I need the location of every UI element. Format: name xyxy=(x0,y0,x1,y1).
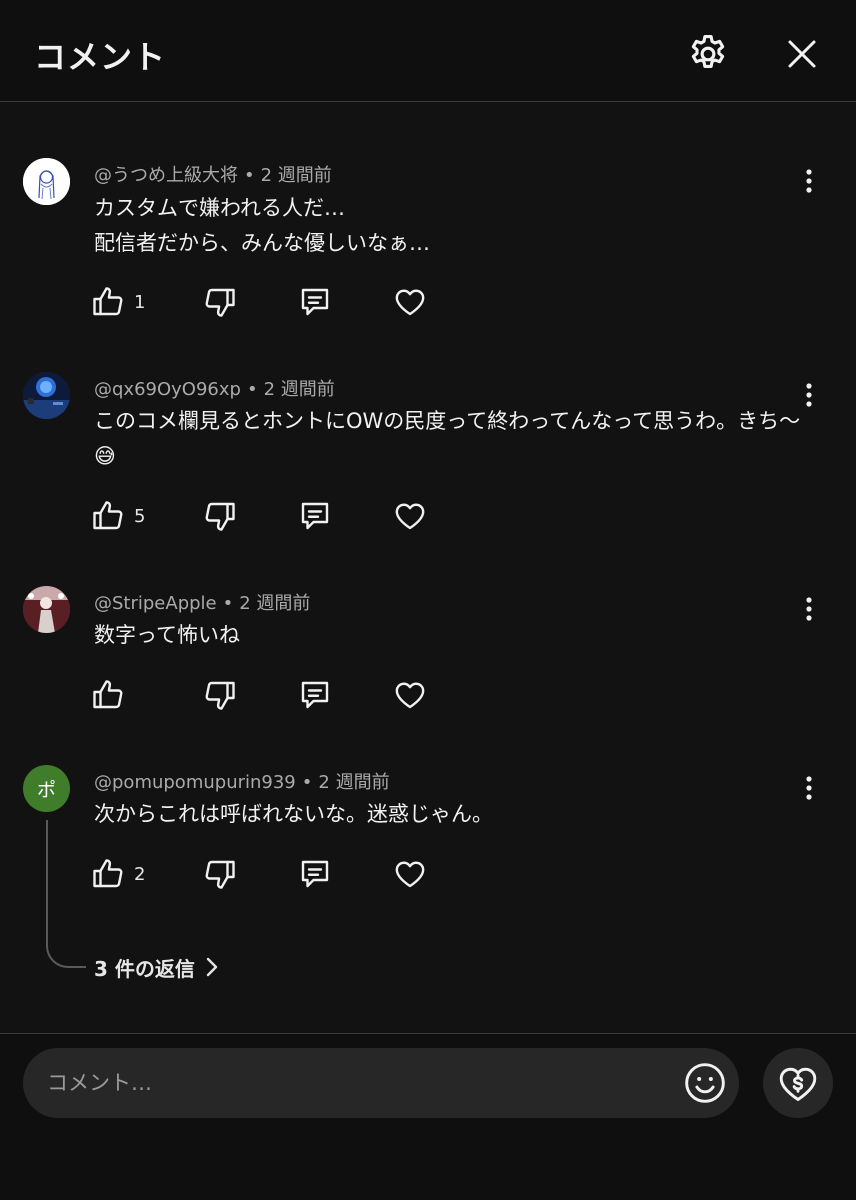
comment-menu-button[interactable] xyxy=(796,166,822,196)
chevron-right-icon xyxy=(206,957,218,977)
like-count: 1 xyxy=(134,291,146,313)
reply-thread-line xyxy=(46,820,86,968)
super-thanks-button[interactable] xyxy=(763,1048,833,1118)
comment-line: カスタムで嫌われる人だ… xyxy=(94,196,345,220)
avatar-character-icon xyxy=(23,586,70,633)
heart-dollar-icon xyxy=(779,1067,817,1101)
heart-button[interactable] xyxy=(392,854,428,894)
comment-text: カスタムで嫌われる人だ… 配信者だから、みんな優しいなぁ… xyxy=(94,191,804,261)
comment-meta: @qx69OyO96xp • 2 週間前 xyxy=(94,379,335,400)
comment-line: 配信者だから、みんな優しいなぁ… xyxy=(94,231,430,255)
like-count: 5 xyxy=(134,505,146,527)
avatar[interactable]: ポ xyxy=(23,765,70,812)
comment-text: 数字って怖いね xyxy=(94,618,804,653)
more-vert-icon xyxy=(806,169,812,193)
comment-author[interactable]: @うつめ上級大将 xyxy=(94,165,238,186)
more-vert-icon xyxy=(806,597,812,621)
heart-icon xyxy=(395,289,425,316)
comment-actions: 1 xyxy=(90,282,450,322)
smile-emoji-icon xyxy=(685,1063,725,1103)
thumbs-down-icon xyxy=(205,502,235,531)
avatar-initial: ポ xyxy=(36,779,56,801)
reply-comment-icon xyxy=(301,502,329,530)
comment-text: 次からこれは呼ばれないな。迷惑じゃん。 xyxy=(94,797,804,832)
reply-button[interactable] xyxy=(297,282,333,322)
comment-menu-button[interactable] xyxy=(796,594,822,624)
view-replies-button[interactable]: 3 件の返信 xyxy=(94,952,219,982)
thumbs-down-icon xyxy=(205,288,235,317)
thumbs-down-icon xyxy=(205,860,235,889)
comment-line: このコメ欄見るとホントにOWの民度って終わってんなって思うわ。きち～😅 xyxy=(94,409,801,468)
panel-header: コメント xyxy=(0,0,856,102)
reply-comment-icon xyxy=(301,288,329,316)
dislike-button[interactable] xyxy=(202,675,238,715)
heart-button[interactable] xyxy=(392,675,428,715)
comments-panel: コメント @うつめ上級大将 • 2 週間前 カスタムで嫌われる人だ… 配信者だか… xyxy=(0,0,856,1200)
comment-actions: 2 xyxy=(90,854,450,894)
like-button[interactable]: 5 xyxy=(90,496,145,536)
comment-age[interactable]: 2 週間前 xyxy=(264,379,335,400)
settings-button[interactable] xyxy=(684,30,732,78)
dislike-button[interactable] xyxy=(202,854,238,894)
like-button[interactable] xyxy=(90,675,134,715)
comment-input-container[interactable] xyxy=(23,1048,739,1118)
thumbs-up-icon xyxy=(93,501,123,530)
comment-menu-button[interactable] xyxy=(796,380,822,410)
more-vert-icon xyxy=(806,776,812,800)
comment-author[interactable]: @StripeApple xyxy=(94,593,217,614)
comment-age[interactable]: 2 週間前 xyxy=(261,165,332,186)
avatar[interactable] xyxy=(23,372,70,419)
comment-input[interactable] xyxy=(47,1048,667,1118)
reply-button[interactable] xyxy=(297,496,333,536)
comment-author[interactable]: @pomupomupurin939 xyxy=(94,772,296,793)
heart-icon xyxy=(395,682,425,709)
comment-composer xyxy=(0,1033,856,1200)
like-button[interactable]: 1 xyxy=(90,282,145,322)
reply-button[interactable] xyxy=(297,675,333,715)
thumbs-up-icon xyxy=(93,859,123,888)
emoji-button[interactable] xyxy=(683,1061,727,1105)
gear-icon xyxy=(691,35,725,69)
comment-meta: @うつめ上級大将 • 2 週間前 xyxy=(94,165,332,186)
thumbs-down-icon xyxy=(205,681,235,710)
comment-line: 次からこれは呼ばれないな。迷惑じゃん。 xyxy=(94,802,493,826)
avatar[interactable] xyxy=(23,586,70,633)
thumbs-up-icon xyxy=(93,680,123,709)
more-vert-icon xyxy=(806,383,812,407)
dislike-button[interactable] xyxy=(202,496,238,536)
panel-title: コメント xyxy=(34,38,167,76)
thumbs-up-icon xyxy=(93,287,123,316)
comment-menu-button[interactable] xyxy=(796,773,822,803)
comment-line: 数字って怖いね xyxy=(94,623,240,647)
comment-age[interactable]: 2 週間前 xyxy=(318,772,389,793)
avatar-night-sea-icon xyxy=(23,372,70,419)
heart-icon xyxy=(395,503,425,530)
close-icon xyxy=(788,40,816,68)
reply-comment-icon xyxy=(301,860,329,888)
comment-meta: @pomupomupurin939 • 2 週間前 xyxy=(94,772,390,793)
reply-comment-icon xyxy=(301,681,329,709)
comment-actions: 5 xyxy=(90,496,450,536)
dislike-button[interactable] xyxy=(202,282,238,322)
scrolled-content-edge xyxy=(200,92,430,102)
heart-button[interactable] xyxy=(392,496,428,536)
comment-actions xyxy=(90,675,450,715)
heart-button[interactable] xyxy=(392,282,428,322)
comment-text: このコメ欄見るとホントにOWの民度って終わってんなって思うわ。きち～😅 xyxy=(94,404,804,474)
like-count: 2 xyxy=(134,863,146,885)
close-button[interactable] xyxy=(778,30,826,78)
comment-author[interactable]: @qx69OyO96xp xyxy=(94,379,241,400)
view-replies-label: 3 件の返信 xyxy=(94,956,195,981)
avatar[interactable] xyxy=(23,158,70,205)
comment-age[interactable]: 2 週間前 xyxy=(239,593,310,614)
avatar-illustration-icon xyxy=(23,158,70,205)
reply-button[interactable] xyxy=(297,854,333,894)
heart-icon xyxy=(395,861,425,888)
comment-meta: @StripeApple • 2 週間前 xyxy=(94,593,311,614)
like-button[interactable]: 2 xyxy=(90,854,145,894)
